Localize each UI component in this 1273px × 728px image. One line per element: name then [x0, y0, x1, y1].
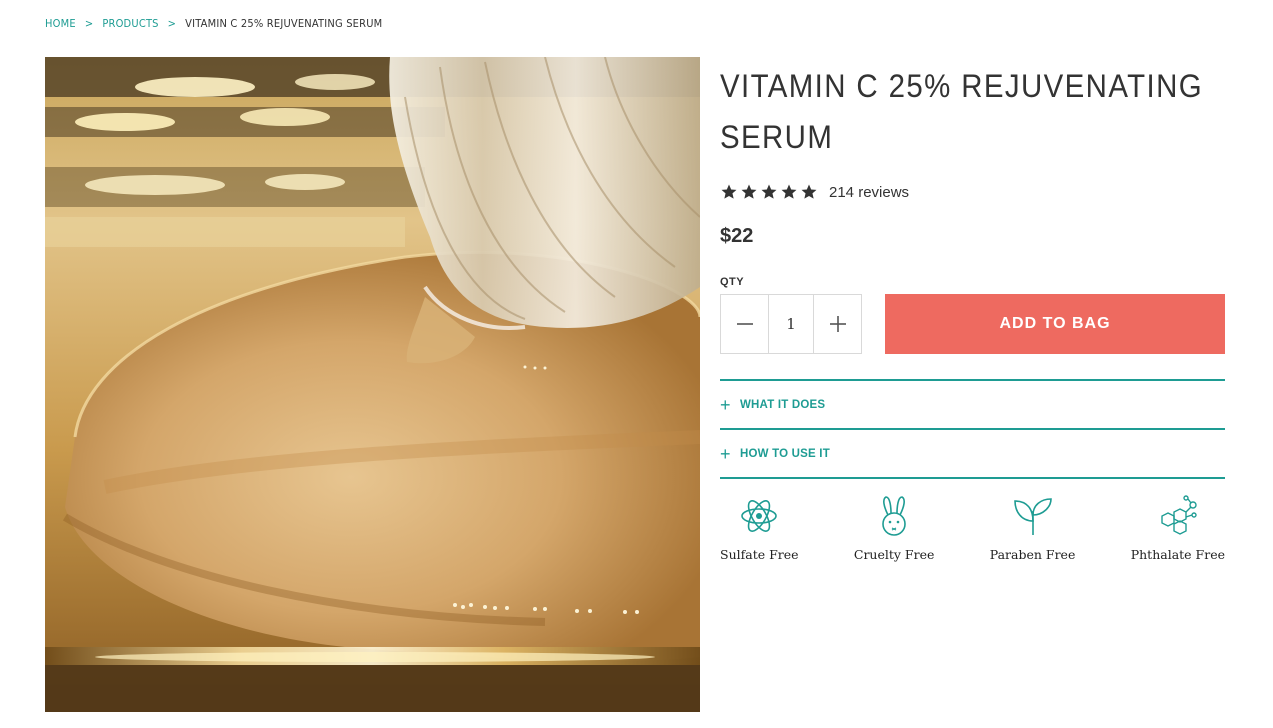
plus-icon: + [720, 394, 731, 415]
breadcrumb-separator: > [84, 17, 94, 30]
bunny-icon [882, 496, 906, 536]
product-rating[interactable]: 214 reviews [720, 181, 1225, 203]
star-icon [741, 184, 757, 199]
breadcrumb-separator: > [167, 17, 177, 30]
add-to-bag-button[interactable]: ADD TO BAG [885, 294, 1225, 354]
qty-label: QTY [720, 276, 745, 288]
breadcrumb-home-link[interactable]: HOME [45, 17, 76, 30]
badge-label: Phthalate Free [1130, 547, 1225, 562]
breadcrumb: HOME > PRODUCTS > VITAMIN C 25% REJUVENA… [45, 17, 382, 30]
badge-cruelty-free: Cruelty Free [853, 495, 935, 562]
badge-sulfate-free: Sulfate Free [720, 495, 799, 562]
product-accordion: + WHAT IT DOES + HOW TO USE IT [720, 379, 1225, 479]
star-icon [781, 184, 797, 199]
decrease-qty-button[interactable] [721, 295, 768, 353]
sprout-icon [1013, 498, 1052, 535]
product-price: $22 [720, 225, 754, 247]
molecule-icon [1161, 495, 1197, 535]
plus-icon: + [720, 443, 731, 464]
badge-phthalate-free: Phthalate Free [1131, 495, 1225, 562]
accordion-label: WHAT IT DOES [740, 398, 826, 411]
quantity-stepper [720, 294, 862, 354]
badge-label: Paraben Free [989, 547, 1076, 562]
minus-icon [736, 323, 753, 325]
badge-label: Cruelty Free [853, 547, 935, 562]
accordion-what-it-does[interactable]: + WHAT IT DOES [720, 381, 1225, 430]
star-icon [721, 184, 737, 199]
breadcrumb-products-link[interactable]: PRODUCTS [102, 17, 158, 30]
accordion-label: HOW TO USE IT [740, 447, 830, 460]
plus-icon [829, 316, 846, 332]
star-icon [801, 184, 817, 199]
serum-photo [45, 57, 700, 712]
product-image[interactable] [45, 57, 700, 712]
increase-qty-button[interactable] [814, 295, 861, 353]
star-icon [761, 184, 777, 199]
reviews-count[interactable]: 214 reviews [829, 184, 909, 201]
product-info: VITAMIN C 25% REJUVENATING SERUM 214 rev… [720, 57, 1225, 562]
accordion-how-to-use-it[interactable]: + HOW TO USE IT [720, 430, 1225, 479]
product-badges: Sulfate Free Cruelty Free Paraben Free P… [720, 495, 1225, 562]
quantity-input[interactable] [768, 295, 814, 353]
breadcrumb-current: VITAMIN C 25% REJUVENATING SERUM [185, 17, 383, 30]
star-rating [720, 183, 818, 201]
purchase-row: ADD TO BAG [720, 294, 1225, 354]
badge-label: Sulfate Free [720, 547, 799, 562]
product-title: VITAMIN C 25% REJUVENATING SERUM [720, 68, 1203, 155]
badge-paraben-free: Paraben Free [989, 495, 1076, 562]
atom-icon [741, 500, 778, 532]
